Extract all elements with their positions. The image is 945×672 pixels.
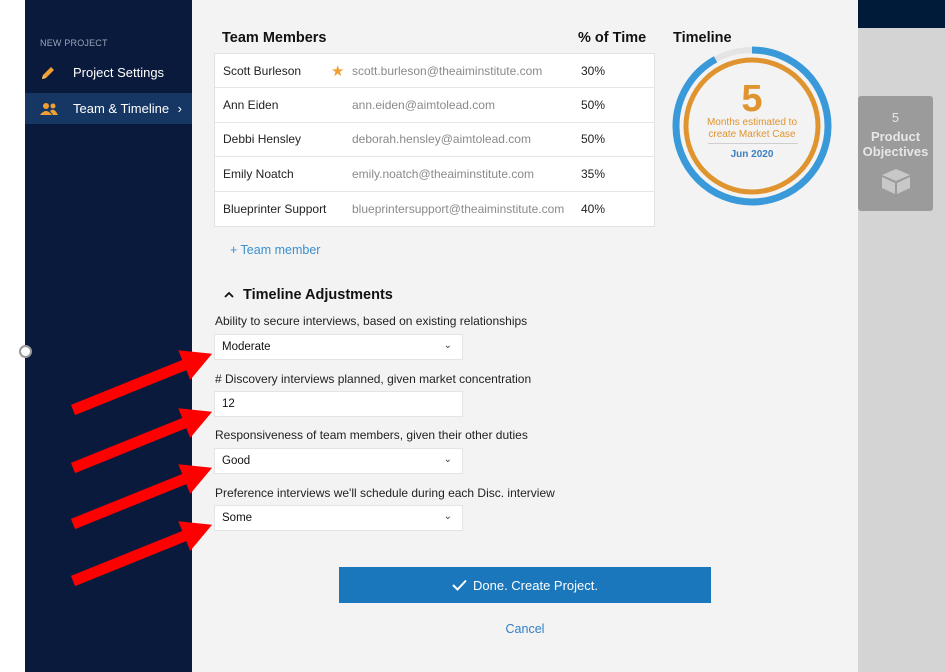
sidebar: NEW PROJECT Project Settings Team & Time… (25, 0, 192, 672)
chevron-up-icon (224, 289, 234, 301)
member-name: Debbi Hensley (223, 132, 302, 147)
member-email: blueprintersupport@theaiminstitute.com (352, 201, 565, 216)
timeline-date: Jun 2020 (730, 149, 774, 160)
chevron-down-icon: ⌄ (443, 454, 452, 465)
team-responsiveness-select[interactable]: Good ⌄ (214, 448, 463, 474)
add-team-member-link[interactable]: + Team member (230, 243, 320, 257)
checkmark-icon (452, 579, 467, 591)
sidebar-item-team-timeline[interactable]: Team & Timeline › (25, 93, 192, 124)
star-icon[interactable]: ★ (331, 62, 344, 80)
member-email: deborah.hensley@aimtolead.com (352, 132, 531, 147)
resize-handle[interactable] (19, 345, 32, 358)
timeline-adjustments-header: Timeline Adjustments (243, 287, 393, 303)
member-percent[interactable]: 35% (581, 167, 605, 181)
timeline-adjustments-toggle[interactable]: Timeline Adjustments (224, 287, 393, 303)
team-row[interactable]: Emily Noatch emily.noatch@theaiminstitut… (215, 157, 654, 192)
field-label: Preference interviews we'll schedule dur… (215, 486, 555, 500)
member-name: Emily Noatch (223, 166, 294, 181)
box-icon (881, 169, 910, 194)
member-percent[interactable]: 40% (581, 202, 605, 216)
background-left-strip (0, 0, 25, 672)
member-name: Scott Burleson (223, 63, 302, 78)
field-label: Ability to secure interviews, based on e… (215, 314, 528, 328)
member-percent[interactable]: 50% (581, 98, 605, 112)
member-percent[interactable]: 50% (581, 132, 605, 146)
member-name: Ann Eiden (223, 98, 279, 113)
background-top-bar (858, 0, 945, 28)
timeline-months-number: 5 (741, 78, 763, 120)
team-row[interactable]: Scott Burleson ★ scott.burleson@theaimin… (215, 54, 654, 89)
chevron-down-icon: ⌄ (443, 511, 452, 522)
select-value: Good (222, 455, 251, 467)
sidebar-item-label: Team & Timeline (73, 101, 170, 116)
sidebar-item-project-settings[interactable]: Project Settings (25, 57, 192, 88)
cancel-link[interactable]: Cancel (339, 622, 711, 636)
field-label: Responsiveness of team members, given th… (215, 428, 528, 442)
product-objectives-card[interactable]: 5 Product Objectives (858, 96, 933, 211)
sidebar-item-label: Project Settings (73, 65, 165, 80)
preference-interviews-select[interactable]: Some ⌄ (214, 505, 463, 531)
project-modal: Team Members % of Time Timeline Scott Bu… (192, 0, 858, 672)
team-members-table: Scott Burleson ★ scott.burleson@theaimin… (214, 53, 655, 227)
interview-ability-select[interactable]: Moderate ⌄ (214, 334, 463, 360)
card-label: Product (870, 129, 921, 144)
team-members-header: Team Members (222, 30, 327, 46)
discovery-interviews-input[interactable]: 12 (214, 391, 463, 417)
select-value: Moderate (222, 341, 271, 353)
team-icon (40, 102, 60, 116)
member-email: emily.noatch@theaiminstitute.com (352, 166, 535, 181)
member-name: Blueprinter Support (223, 201, 327, 216)
card-label-2: Objectives (862, 144, 929, 159)
percent-time-header: % of Time (578, 30, 647, 46)
card-number: 5 (891, 110, 900, 125)
chevron-right-icon: › (177, 101, 182, 116)
sidebar-section-label: NEW PROJECT (40, 38, 108, 48)
member-email: scott.burleson@theaiminstitute.com (352, 63, 543, 78)
input-value: 12 (222, 398, 235, 410)
team-row[interactable]: Ann Eiden ann.eiden@aimtolead.com 50% (215, 88, 654, 123)
done-create-project-button[interactable]: Done. Create Project. (339, 567, 711, 603)
member-percent[interactable]: 30% (581, 64, 605, 78)
select-value: Some (222, 512, 253, 524)
team-row[interactable]: Blueprinter Support blueprintersupport@t… (215, 192, 654, 226)
done-button-label: Done. Create Project. (472, 577, 598, 593)
pencil-icon (40, 65, 60, 81)
team-row[interactable]: Debbi Hensley deborah.hensley@aimtolead.… (215, 123, 654, 158)
timeline-caption: Months estimated to create Market Case (706, 117, 798, 140)
chevron-down-icon: ⌄ (443, 340, 452, 351)
member-email: ann.eiden@aimtolead.com (352, 98, 495, 113)
field-label: # Discovery interviews planned, given ma… (215, 372, 532, 386)
timeline-divider (708, 143, 798, 144)
